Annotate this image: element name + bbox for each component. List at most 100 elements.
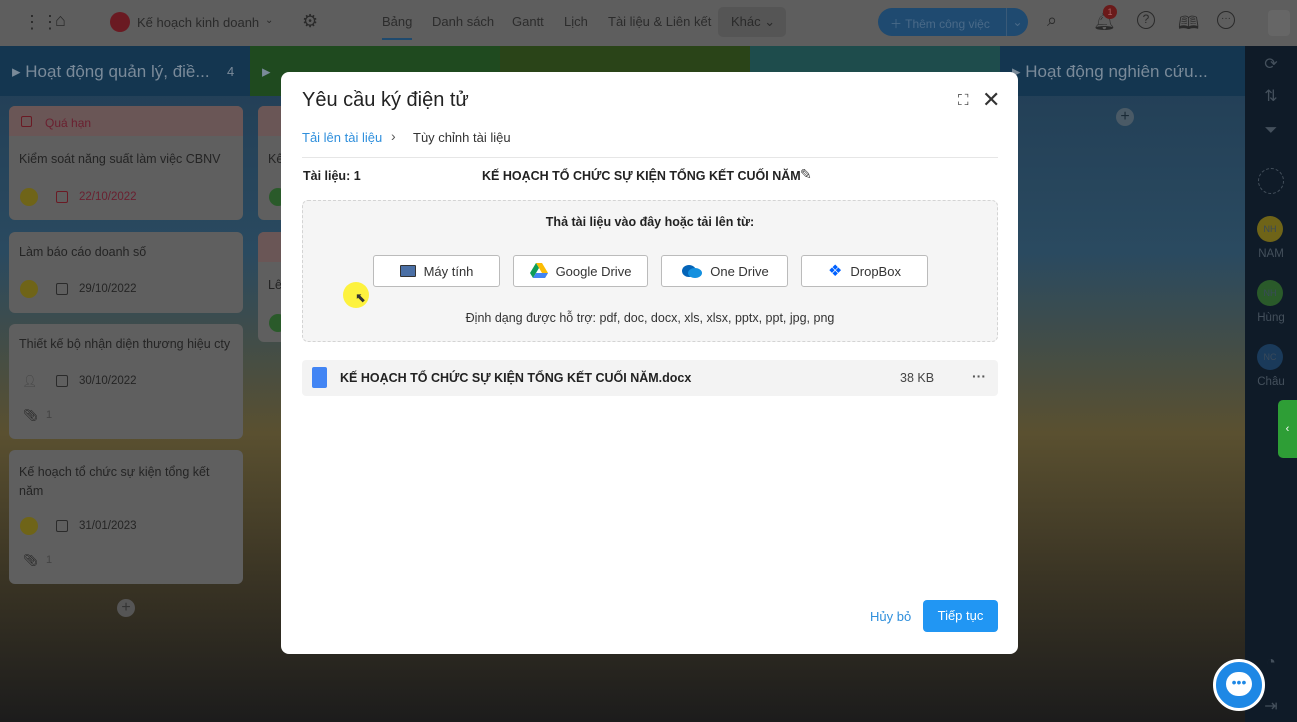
file-row[interactable]: KẾ HOẠCH TỔ CHỨC SỰ KIỆN TỔNG KẾT CUỐI N… (302, 360, 998, 396)
close-icon[interactable]: ✕ (982, 87, 1000, 113)
task-card[interactable]: Kế hoạch tổ chức sự kiện tổng kết năm 31… (9, 450, 243, 584)
cancel-button[interactable]: Hủy bỏ (870, 609, 911, 624)
due-date: 29/10/2022 (79, 283, 137, 295)
more-options-icon[interactable]: ··· (1217, 11, 1235, 29)
column-title: Hoạt động nghiên cứu... (1025, 62, 1208, 81)
add-card-icon[interactable]: + (1116, 108, 1134, 126)
column-count: 4 (227, 64, 235, 79)
doc-name: KẾ HOẠCH TỔ CHỨC SỰ KIỆN TỔNG KẾT CUỐI N… (482, 169, 801, 183)
search-icon[interactable]: ⌕ (1047, 10, 1057, 31)
source-label: One Drive (710, 263, 769, 279)
filter-icon[interactable]: ⏷ (1245, 122, 1297, 140)
card-title: Làm báo cáo doanh số (19, 245, 147, 259)
e-sign-request-dialog: Yêu cầu ký điện tử ⛶ ✕ Tải lên tài liệu … (281, 72, 1018, 654)
gear-icon[interactable]: ⚙ (302, 11, 318, 32)
task-card[interactable]: Quá hạn Kiểm soát năng suất làm việc CBN… (9, 106, 243, 220)
member-name: NAM (1258, 248, 1284, 260)
calendar-icon (56, 283, 68, 295)
divider (302, 157, 998, 158)
add-member-icon[interactable] (1258, 168, 1284, 194)
calendar-icon (56, 520, 68, 532)
add-task-dropdown-icon[interactable]: ⌄ (1006, 8, 1028, 36)
unassigned-user-icon: 👤︎ (22, 374, 38, 388)
home-icon[interactable]: ⌂ (55, 10, 66, 31)
more-label: Khác (731, 14, 761, 29)
due-date: 31/01/2023 (79, 520, 137, 532)
active-tab-indicator (382, 38, 412, 40)
tab-list[interactable]: Danh sách (432, 14, 494, 29)
tab-board[interactable]: Bảng (382, 14, 412, 29)
due-date: 30/10/2022 (79, 375, 137, 387)
monitor-icon (399, 265, 416, 277)
right-rail: ⟳ ⇅ ⏷ NH NAM NH Hùng NC Châu ◔ ⇥ (1245, 46, 1297, 722)
card-title: Thiết kế bộ nhận diện thương hiệu cty (19, 337, 231, 351)
step-customize[interactable]: Tùy chỉnh tài liệu (413, 130, 511, 145)
sort-icon[interactable]: ⇅ (1245, 86, 1297, 106)
source-label: DropBox (850, 263, 901, 279)
expand-icon[interactable]: ⛶ (958, 92, 969, 109)
step-upload[interactable]: Tải lên tài liệu (302, 130, 382, 145)
continue-button[interactable]: Tiếp tục (923, 600, 998, 632)
edit-pencil-icon[interactable]: ✎ (800, 166, 812, 183)
task-card[interactable]: Thiết kế bộ nhận diện thương hiệu cty 👤︎… (9, 324, 243, 439)
add-task-button[interactable]: ＋ Thêm công việc ⌄ (878, 8, 1028, 36)
calendar-icon (56, 191, 68, 203)
column-header[interactable]: ▸ Hoạt động quản lý, điề... 4 (0, 46, 250, 96)
tab-gantt[interactable]: Gantt (512, 14, 544, 29)
card-title: Kế hoạch tổ chức sự kiện tổng kết năm (19, 465, 210, 498)
overdue-badge: Quá hạn (9, 106, 243, 136)
apps-grid-icon[interactable]: ⋮⋮ (23, 12, 59, 33)
task-card[interactable]: Làm báo cáo doanh số 29/10/2022 (9, 232, 243, 313)
onedrive-cloud-icon (682, 265, 703, 278)
source-label: Máy tính (423, 263, 474, 279)
attachment-count: 1 (46, 554, 53, 566)
upload-google-drive-button[interactable]: Google Drive (513, 255, 648, 287)
calendar-icon (21, 116, 32, 127)
avatar (20, 280, 38, 298)
project-name[interactable]: Kế hoạch kinh doanh (137, 15, 259, 30)
paperclip-icon: 📎︎ (23, 553, 39, 567)
upload-computer-button[interactable]: Máy tính (373, 255, 500, 287)
calendar-icon (56, 375, 68, 387)
dialog-title: Yêu cầu ký điện tử (302, 89, 469, 111)
chat-icon: ••• (1226, 672, 1252, 696)
top-bar: ⋮⋮ ⌂ Kế hoạch kinh doanh ⌄ ⚙ Bảng Danh s… (0, 0, 1297, 46)
member-avatar[interactable]: NH (1257, 216, 1283, 242)
drop-zone[interactable]: Thả tài liệu vào đây hoặc tải lên từ: Má… (302, 200, 998, 342)
badge-label: Quá hạn (45, 116, 92, 130)
refresh-icon[interactable]: ⟳ (1245, 54, 1297, 74)
notification-badge: 1 (1103, 5, 1117, 19)
more-options-icon[interactable]: ··· (972, 368, 986, 384)
source-label: Google Drive (555, 263, 632, 279)
chat-button[interactable]: ••• (1213, 659, 1265, 711)
chevron-right-icon: › (391, 128, 396, 144)
tab-docs-links[interactable]: Tài liệu & Liên kết (608, 14, 711, 29)
book-icon[interactable]: 🕮 (1178, 11, 1199, 41)
chevron-down-icon[interactable]: ⌄ (265, 15, 273, 26)
member-avatar[interactable]: NC (1257, 344, 1283, 370)
upload-onedrive-button[interactable]: One Drive (661, 255, 788, 287)
avatar (20, 517, 38, 535)
member-avatar[interactable]: NH (1257, 280, 1283, 306)
google-drive-icon (529, 263, 548, 278)
tab-calendar[interactable]: Lịch (564, 14, 588, 29)
member-name: Châu (1257, 376, 1285, 388)
more-tab[interactable]: Khác ⌄ (718, 7, 786, 37)
paperclip-icon: 📎︎ (23, 408, 39, 422)
column-header[interactable]: ▸ Hoạt động nghiên cứu... (1000, 46, 1245, 96)
card-title: Kiểm soát năng suất làm việc CBNV (19, 152, 221, 166)
avatar[interactable] (1268, 10, 1290, 36)
project-icon (110, 12, 130, 32)
doc-count: Tài liệu: 1 (303, 169, 361, 183)
add-card-icon[interactable]: + (117, 599, 135, 617)
avatar (20, 188, 38, 206)
drop-text: Thả tài liệu vào đây hoặc tải lên từ: (545, 215, 755, 229)
mouse-cursor-icon: ⬉ (355, 290, 366, 305)
help-icon[interactable]: ? (1137, 11, 1155, 29)
column-title: Hoạt động quản lý, điề... (25, 62, 210, 81)
collapse-panel-button[interactable]: ‹ (1278, 400, 1297, 458)
supported-formats: Định dạng được hỗ trợ: pdf, doc, docx, x… (465, 311, 835, 325)
doc-file-icon (312, 367, 327, 388)
upload-dropbox-button[interactable]: ❖ DropBox (801, 255, 928, 287)
card-title: Lê (268, 278, 282, 292)
